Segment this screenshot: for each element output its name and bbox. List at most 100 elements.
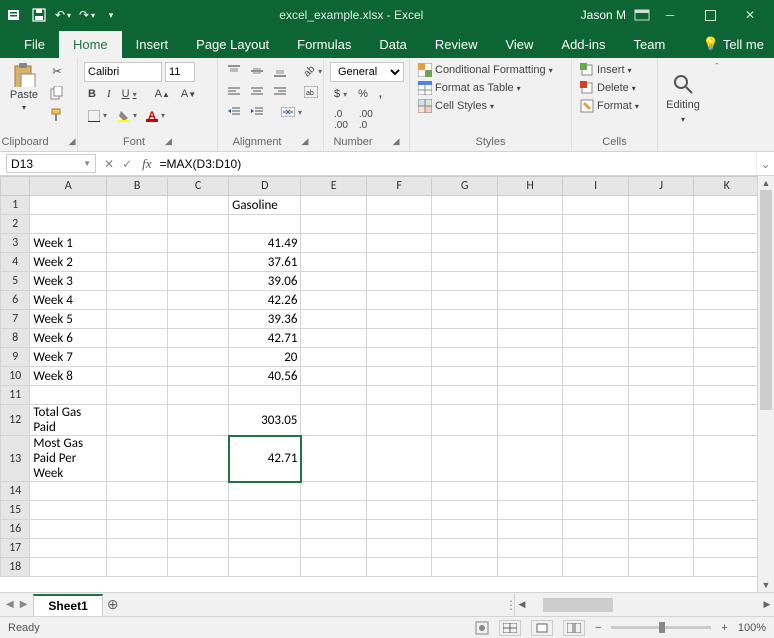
delete-cells-button[interactable]: Delete▾ (578, 80, 638, 96)
cell-K7[interactable] (694, 310, 757, 329)
vertical-scrollbar[interactable]: ▲ ▼ (757, 176, 774, 592)
cell-C7[interactable] (168, 310, 229, 329)
cell-H6[interactable] (497, 291, 563, 310)
tab-scroll-right-icon[interactable]: ▶ (20, 599, 28, 610)
cell-E9[interactable] (301, 348, 367, 367)
tab-data[interactable]: Data (365, 31, 420, 58)
align-top-icon[interactable] (224, 62, 244, 80)
row-header-14[interactable]: 14 (1, 482, 30, 501)
col-header-K[interactable]: K (694, 177, 757, 196)
cell-H4[interactable] (497, 253, 563, 272)
cell-H14[interactable] (497, 482, 563, 501)
cell-I16[interactable] (563, 520, 629, 539)
cell-J9[interactable] (628, 348, 694, 367)
format-as-table-button[interactable]: Format as Table▾ (416, 80, 523, 96)
row-header-15[interactable]: 15 (1, 501, 30, 520)
cell-H3[interactable] (497, 234, 563, 253)
cell-A15[interactable] (30, 501, 107, 520)
col-header-G[interactable]: G (432, 177, 498, 196)
cell-A13[interactable]: Most Gas Paid Per Week (30, 436, 107, 482)
cell-C11[interactable] (168, 386, 229, 405)
tab-scroll-left-icon[interactable]: ◀ (6, 599, 14, 610)
cell-C16[interactable] (168, 520, 229, 539)
sheet-tab-active[interactable]: Sheet1 (33, 594, 102, 616)
decrease-decimal-icon[interactable]: .00.0 (355, 106, 377, 134)
row-header-3[interactable]: 3 (1, 234, 30, 253)
tell-me[interactable]: 💡 Tell me (693, 30, 774, 58)
close-button[interactable]: ✕ (730, 0, 770, 30)
cell-E1[interactable] (301, 196, 367, 215)
decrease-font-icon[interactable]: A▼ (177, 85, 200, 103)
row-header-13[interactable]: 13 (1, 436, 30, 482)
cell-D10[interactable]: 40.56 (229, 367, 301, 386)
qat-customize-icon[interactable]: ▾ (100, 4, 122, 26)
cell-J8[interactable] (628, 329, 694, 348)
cell-E6[interactable] (301, 291, 367, 310)
cell-B1[interactable] (107, 196, 168, 215)
cell-I12[interactable] (563, 405, 629, 436)
cell-G7[interactable] (432, 310, 498, 329)
cell-D16[interactable] (229, 520, 301, 539)
cell-A9[interactable]: Week 7 (30, 348, 107, 367)
align-bottom-icon[interactable] (270, 62, 290, 80)
redo-icon[interactable]: ↷▾ (76, 4, 98, 26)
horizontal-scrollbar[interactable]: ◀ ▶ (514, 593, 774, 616)
cell-C9[interactable] (168, 348, 229, 367)
decrease-indent-icon[interactable] (224, 104, 244, 120)
cell-A4[interactable]: Week 2 (30, 253, 107, 272)
insert-cells-button[interactable]: Insert▾ (578, 62, 634, 78)
borders-icon[interactable] (84, 107, 111, 125)
cell-K2[interactable] (694, 215, 757, 234)
cell-B17[interactable] (107, 539, 168, 558)
cell-F6[interactable] (366, 291, 432, 310)
cell-C8[interactable] (168, 329, 229, 348)
row-header-11[interactable]: 11 (1, 386, 30, 405)
cell-B14[interactable] (107, 482, 168, 501)
zoom-out-button[interactable]: − (595, 622, 601, 634)
col-header-I[interactable]: I (563, 177, 629, 196)
col-header-A[interactable]: A (30, 177, 107, 196)
cell-J18[interactable] (628, 558, 694, 577)
align-middle-icon[interactable] (247, 62, 267, 80)
cell-G15[interactable] (432, 501, 498, 520)
comma-icon[interactable]: , (375, 85, 386, 103)
cell-D11[interactable] (229, 386, 301, 405)
cell-C3[interactable] (168, 234, 229, 253)
cell-I1[interactable] (563, 196, 629, 215)
cell-J3[interactable] (628, 234, 694, 253)
cell-D9[interactable]: 20 (229, 348, 301, 367)
cell-K15[interactable] (694, 501, 757, 520)
cell-B15[interactable] (107, 501, 168, 520)
cell-D3[interactable]: 41.49 (229, 234, 301, 253)
cell-J17[interactable] (628, 539, 694, 558)
cell-J11[interactable] (628, 386, 694, 405)
col-header-J[interactable]: J (628, 177, 694, 196)
cell-I15[interactable] (563, 501, 629, 520)
cell-B5[interactable] (107, 272, 168, 291)
expand-formula-bar-icon[interactable]: ⌄ (756, 152, 774, 175)
cell-I9[interactable] (563, 348, 629, 367)
cell-A7[interactable]: Week 5 (30, 310, 107, 329)
cell-I8[interactable] (563, 329, 629, 348)
cell-E5[interactable] (301, 272, 367, 291)
normal-view-icon[interactable] (499, 620, 521, 636)
cell-E10[interactable] (301, 367, 367, 386)
cell-F11[interactable] (366, 386, 432, 405)
cell-D15[interactable] (229, 501, 301, 520)
cell-B12[interactable] (107, 405, 168, 436)
cell-H10[interactable] (497, 367, 563, 386)
cell-K3[interactable] (694, 234, 757, 253)
fill-color-icon[interactable] (114, 107, 141, 125)
cell-K18[interactable] (694, 558, 757, 577)
number-format-select[interactable]: General (330, 62, 404, 82)
cell-B6[interactable] (107, 291, 168, 310)
cell-F15[interactable] (366, 501, 432, 520)
maximize-button[interactable] (690, 0, 730, 30)
cell-G4[interactable] (432, 253, 498, 272)
hscroll-thumb[interactable] (543, 598, 613, 612)
cell-B9[interactable] (107, 348, 168, 367)
cell-C10[interactable] (168, 367, 229, 386)
cell-C6[interactable] (168, 291, 229, 310)
cell-G10[interactable] (432, 367, 498, 386)
cell-A18[interactable] (30, 558, 107, 577)
